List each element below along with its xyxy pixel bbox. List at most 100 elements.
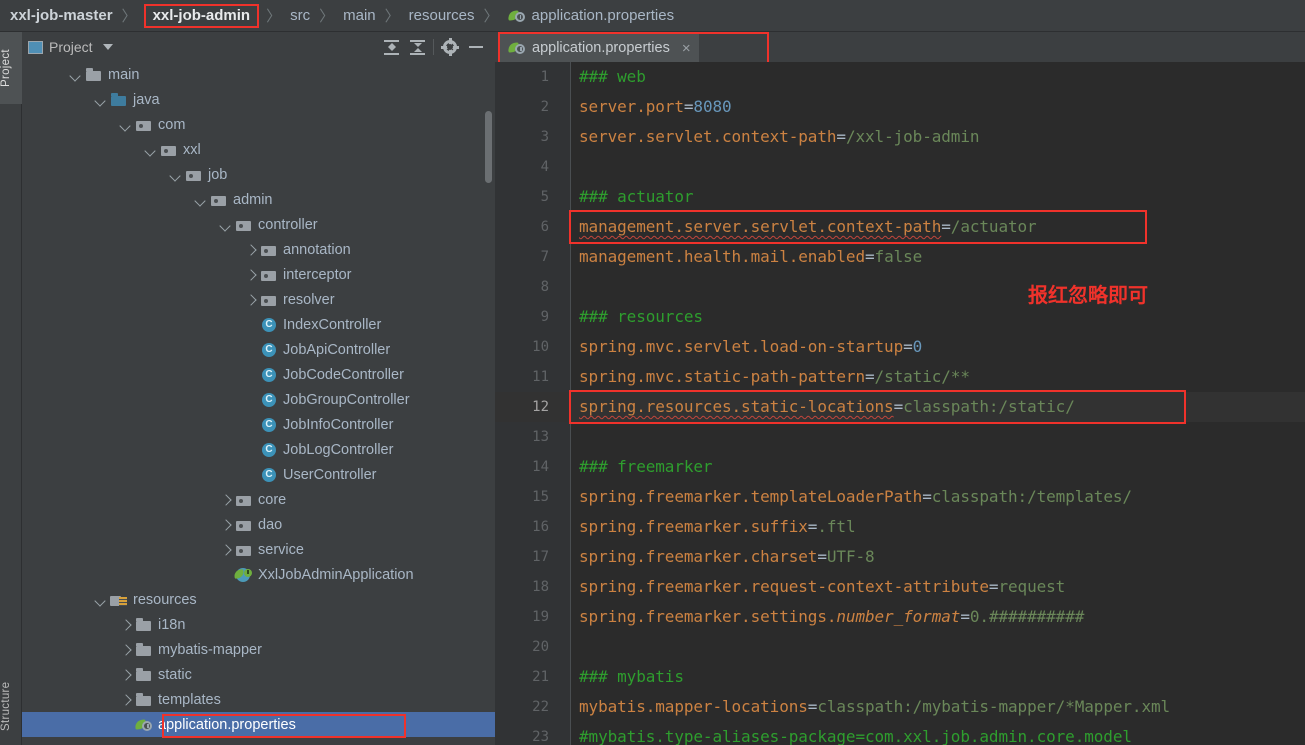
tree-node-jobcodecontroller[interactable]: JobCodeController [22, 362, 495, 387]
code-text[interactable]: ### freemarker [557, 452, 713, 482]
tree-node-interceptor[interactable]: interceptor [22, 262, 495, 287]
line-number[interactable]: 21 [495, 669, 557, 685]
tree-node-application-properties[interactable]: application.properties [22, 712, 495, 737]
chevron-right-icon[interactable] [119, 668, 133, 682]
tree-node-resolver[interactable]: resolver [22, 287, 495, 312]
line-number[interactable]: 23 [495, 729, 557, 745]
line-number[interactable]: 14 [495, 459, 557, 475]
code-text[interactable]: ### actuator [557, 182, 694, 212]
project-tree-scrollbar[interactable] [485, 111, 492, 183]
tree-node-i18n[interactable]: i18n [22, 612, 495, 637]
code-text[interactable]: spring.freemarker.settings.number_format… [557, 602, 1084, 632]
code-text[interactable]: spring.freemarker.request-context-attrib… [557, 572, 1065, 602]
chevron-right-icon[interactable] [119, 618, 133, 632]
code-text[interactable]: spring.freemarker.suffix=.ftl [557, 512, 856, 542]
chevron-down-icon[interactable] [69, 68, 83, 82]
tree-node-controller[interactable]: controller [22, 212, 495, 237]
code-editor[interactable]: 1 ### web 2 server.port=8080 3 server.servlet… [495, 62, 1305, 745]
line-number[interactable]: 4 [495, 159, 557, 175]
chevron-right-icon[interactable] [244, 243, 258, 257]
tree-node-admin[interactable]: admin [22, 187, 495, 212]
hide-button[interactable] [463, 34, 489, 60]
chevron-right-icon[interactable] [219, 518, 233, 532]
tree-node-xxljobadminapplication[interactable]: XxlJobAdminApplication [22, 562, 495, 587]
tree-node-com[interactable]: com [22, 112, 495, 137]
tree-node-service[interactable]: service [22, 537, 495, 562]
line-number[interactable]: 6 [495, 219, 557, 235]
tree-node-annotation[interactable]: annotation [22, 237, 495, 262]
tree-node-java[interactable]: java [22, 87, 495, 112]
breadcrumb-item-module[interactable]: xxl-job-admin [143, 3, 260, 28]
line-number[interactable]: 10 [495, 339, 557, 355]
expand-all-button[interactable] [378, 34, 404, 60]
chevron-right-icon[interactable] [219, 543, 233, 557]
line-number[interactable]: 2 [495, 99, 557, 115]
code-text[interactable]: ### resources [557, 302, 703, 332]
line-number[interactable]: 9 [495, 309, 557, 325]
tree-node-usercontroller[interactable]: UserController [22, 462, 495, 487]
tree-node-main[interactable]: main [22, 62, 495, 87]
settings-button[interactable] [437, 34, 463, 60]
chevron-down-icon[interactable] [194, 193, 208, 207]
line-number[interactable]: 13 [495, 429, 557, 445]
collapse-all-button[interactable] [404, 34, 430, 60]
code-text[interactable]: #mybatis.type-aliases-package=com.xxl.jo… [557, 722, 1132, 745]
chevron-down-icon[interactable] [219, 218, 233, 232]
tree-node-indexcontroller[interactable]: IndexController [22, 312, 495, 337]
chevron-right-icon[interactable] [119, 643, 133, 657]
code-text[interactable]: spring.freemarker.charset=UTF-8 [557, 542, 875, 572]
tree-node-core[interactable]: core [22, 487, 495, 512]
tree-node-dao[interactable]: dao [22, 512, 495, 537]
line-number[interactable]: 15 [495, 489, 557, 505]
breadcrumb-item-project[interactable]: xxl-job-master [6, 7, 117, 24]
code-text[interactable]: ### mybatis [557, 662, 684, 692]
code-text[interactable]: ### web [557, 62, 646, 92]
line-number[interactable]: 7 [495, 249, 557, 265]
code-text[interactable]: server.port=8080 [557, 92, 732, 122]
tool-button-structure[interactable]: Structure [0, 667, 22, 745]
line-number[interactable]: 18 [495, 579, 557, 595]
tree-node-static[interactable]: static [22, 662, 495, 687]
breadcrumb-item-resources[interactable]: resources [405, 7, 479, 24]
chevron-down-icon[interactable] [94, 593, 108, 607]
line-number[interactable]: 19 [495, 609, 557, 625]
line-number[interactable]: 1 [495, 69, 557, 85]
tree-node-resources[interactable]: resources [22, 587, 495, 612]
breadcrumb-item-main[interactable]: main [339, 7, 380, 24]
code-text[interactable]: management.health.mail.enabled=false [557, 242, 922, 272]
code-text[interactable]: spring.mvc.servlet.load-on-startup=0 [557, 332, 922, 362]
line-number[interactable]: 3 [495, 129, 557, 145]
tree-node-xxl[interactable]: xxl [22, 137, 495, 162]
tree-node-jobgroupcontroller[interactable]: JobGroupController [22, 387, 495, 412]
close-icon[interactable]: × [682, 40, 691, 57]
chevron-down-icon[interactable] [94, 93, 108, 107]
project-tree[interactable]: main java com xxl job admin controller annotati… [22, 62, 495, 745]
breadcrumb-item-src[interactable]: src [286, 7, 314, 24]
line-number[interactable]: 12 [495, 399, 557, 415]
tool-button-project[interactable]: Project [0, 32, 22, 104]
tree-node-mybatis-mapper[interactable]: mybatis-mapper [22, 637, 495, 662]
chevron-down-icon[interactable] [169, 168, 183, 182]
line-number[interactable]: 22 [495, 699, 557, 715]
line-number[interactable]: 5 [495, 189, 557, 205]
code-text[interactable]: management.server.servlet.context-path=/… [557, 212, 1037, 242]
line-number[interactable]: 20 [495, 639, 557, 655]
line-number[interactable]: 16 [495, 519, 557, 535]
tree-node-jobinfocontroller[interactable]: JobInfoController [22, 412, 495, 437]
line-number[interactable]: 8 [495, 279, 557, 295]
tree-node-job[interactable]: job [22, 162, 495, 187]
code-text[interactable]: spring.resources.static-locations=classp… [557, 392, 1075, 422]
chevron-down-icon[interactable] [119, 118, 133, 132]
chevron-right-icon[interactable] [219, 493, 233, 507]
code-text[interactable]: server.servlet.context-path=/xxl-job-adm… [557, 122, 980, 152]
tree-node-templates[interactable]: templates [22, 687, 495, 712]
tree-node-joblogcontroller[interactable]: JobLogController [22, 437, 495, 462]
editor-tab-application-properties[interactable]: application.properties × [500, 34, 699, 62]
line-number[interactable]: 17 [495, 549, 557, 565]
code-text[interactable]: spring.mvc.static-path-pattern=/static/*… [557, 362, 970, 392]
chevron-right-icon[interactable] [119, 693, 133, 707]
chevron-right-icon[interactable] [244, 268, 258, 282]
code-text[interactable]: mybatis.mapper-locations=classpath:/myba… [557, 692, 1170, 722]
chevron-right-icon[interactable] [244, 293, 258, 307]
chevron-down-icon[interactable] [144, 143, 158, 157]
